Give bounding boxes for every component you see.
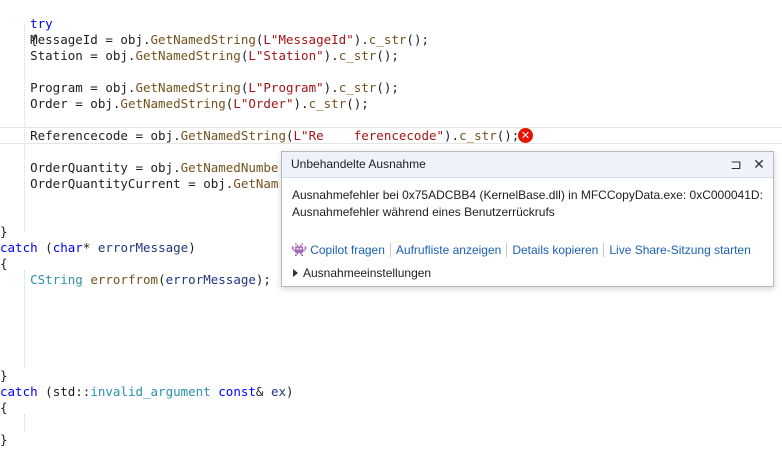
code-line-close-brace: }: [0, 432, 8, 447]
expand-triangle-icon: [293, 269, 298, 277]
code-line-catch-invalid-argument: catch (std::invalid_argument const& ex): [0, 384, 294, 399]
code-line-cstring: CString errorfrom(errorMessage);: [0, 272, 271, 287]
exception-settings-label: Ausnahmeeinstellungen: [303, 266, 432, 280]
exception-popup: Unbehandelte Ausnahme ⊐ ✕ Ausnahmefehler…: [281, 151, 774, 287]
code-line-messageid: MessageId = obj.GetNamedString(L"Message…: [0, 32, 429, 47]
show-call-stack-link[interactable]: Aufrufliste anzeigen: [396, 243, 501, 257]
code-line-try: try: [30, 16, 53, 31]
pin-icon[interactable]: ⊐: [727, 155, 745, 173]
code-line-brace: {: [30, 32, 38, 47]
separator: [389, 243, 391, 257]
copy-details-link[interactable]: Details kopieren: [512, 243, 598, 257]
exception-settings-toggle[interactable]: Ausnahmeeinstellungen: [293, 266, 431, 280]
separator: [506, 243, 508, 257]
code-line-referencecode: Referencecode = obj.GetNamedString(L"Re …: [0, 127, 782, 144]
code-line-station: Station = obj.GetNamedString(L"Station")…: [0, 48, 399, 63]
code-line-order: Order = obj.GetNamedString(L"Order").c_s…: [0, 96, 369, 111]
code-line-close-brace: }: [0, 368, 8, 383]
exception-popup-title: Unbehandelte Ausnahme: [291, 157, 426, 171]
code-line-orderquantitycurrent: OrderQuantityCurrent = obj.GetNam: [0, 176, 279, 191]
exception-message-line1: Ausnahmefehler bei 0x75ADCBB4 (KernelBas…: [292, 188, 763, 202]
separator: [603, 243, 605, 257]
error-circle-icon[interactable]: ✕: [518, 128, 533, 143]
code-line-brace: {: [0, 400, 8, 415]
code-line-orderquantity: OrderQuantity = obj.GetNamedNumbe: [0, 160, 279, 175]
exception-actions: 👾 Copilot fragen Aufrufliste anzeigen De…: [291, 242, 751, 258]
code-line-catch-char: catch (char* errorMessage): [0, 240, 196, 255]
indent-guide: [24, 414, 25, 432]
code-line-program: Program = obj.GetNamedString(L"Program")…: [0, 80, 399, 95]
code-line-brace: {: [0, 256, 8, 271]
copilot-icon: 👾: [291, 242, 308, 257]
copilot-ask-link[interactable]: Copilot fragen: [310, 243, 385, 257]
close-icon[interactable]: ✕: [750, 155, 768, 173]
exception-message: Ausnahmefehler bei 0x75ADCBB4 (KernelBas…: [292, 187, 763, 221]
exception-message-line2: Ausnahmefehler während eines Benutzerrüc…: [292, 205, 555, 219]
exception-popup-header: Unbehandelte Ausnahme ⊐ ✕: [282, 152, 773, 178]
start-live-share-link[interactable]: Live Share-Sitzung starten: [609, 243, 750, 257]
code-line-close-brace: }: [0, 224, 8, 239]
